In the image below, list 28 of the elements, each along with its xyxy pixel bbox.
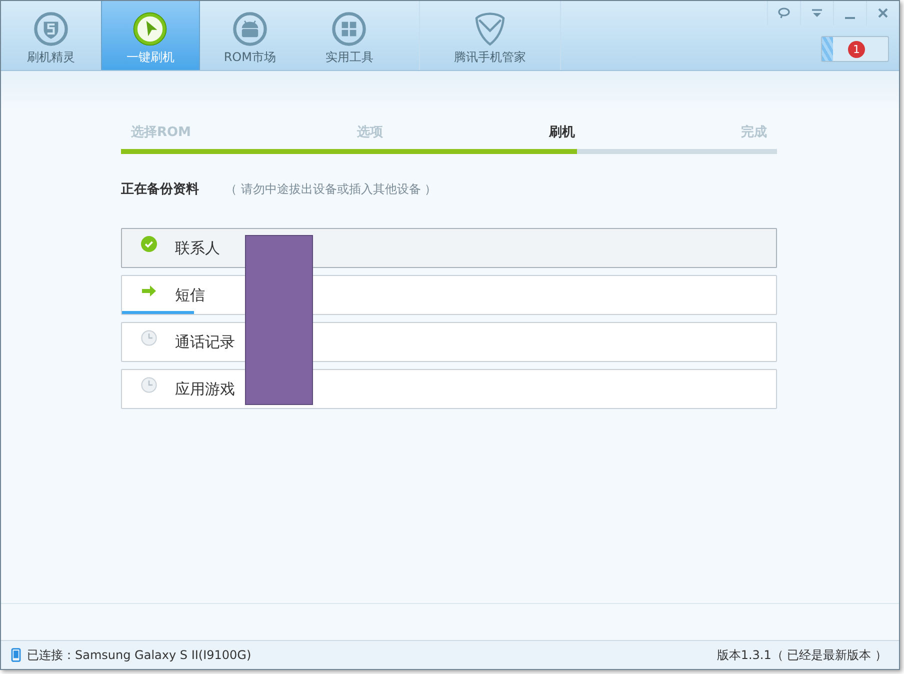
nav-tab[interactable]: ROM市场 [200, 1, 300, 70]
task-hint: （ 请勿中途拔出设备或插入其他设备 ） [225, 180, 437, 198]
dropdown-icon [810, 6, 824, 20]
android-icon [232, 11, 268, 47]
item-label: 应用游戏 [175, 380, 235, 398]
step-label: 选择ROM [131, 124, 191, 141]
phone-icon [11, 648, 21, 662]
play-icon [132, 11, 168, 47]
item-label: 联系人 [175, 238, 220, 258]
minimize-icon [845, 17, 855, 19]
close-icon [876, 6, 890, 20]
step-label: 完成 [741, 124, 767, 141]
item-label: 短信 [175, 286, 205, 304]
grid-icon [331, 11, 368, 47]
connection-status: 已连接：Samsung Galaxy S II(I9100G) [27, 646, 252, 664]
shield-icon [32, 11, 69, 47]
step-label: 选项 [357, 124, 383, 141]
nav-tab[interactable]: 实用工具 [300, 1, 400, 70]
notification-button[interactable]: 1 [821, 36, 889, 62]
step-label: 刷机 [549, 124, 575, 141]
version-info: 版本1.3.1（ 已经是最新版本 ） [716, 646, 887, 664]
nav-tab[interactable]: 刷机精灵 [1, 1, 101, 70]
speech-bubble-icon [777, 6, 791, 20]
task-title: 正在备份资料 [121, 181, 199, 198]
nav-tab[interactable]: 一键刷机 [100, 1, 200, 70]
notification-badge: 1 [848, 40, 865, 58]
item-label: 通话记录 [175, 332, 235, 352]
nav-tab[interactable]: 腾讯手机管家 [420, 1, 560, 70]
